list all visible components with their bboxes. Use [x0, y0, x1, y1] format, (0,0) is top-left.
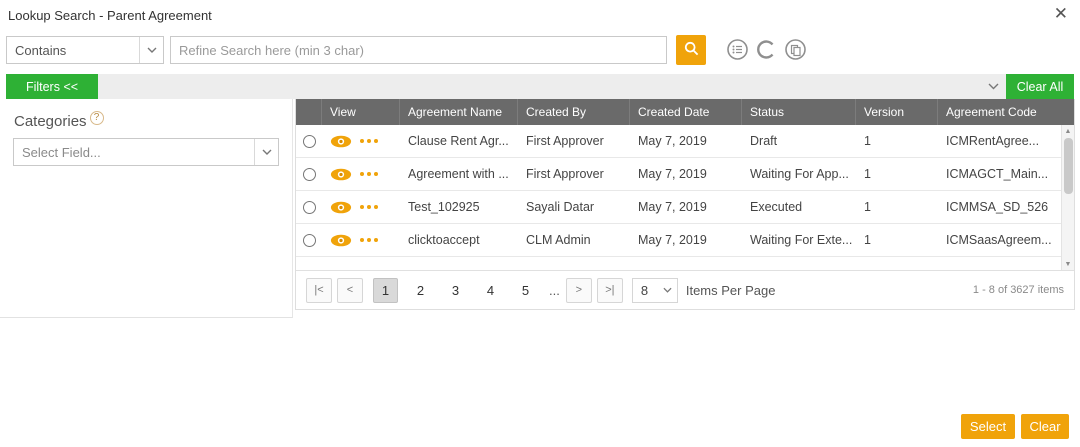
grid-body: Clause Rent Agr... First Approver May 7,… [296, 125, 1074, 271]
row-actions-icon[interactable] [360, 238, 378, 242]
page-number-4[interactable]: 4 [478, 278, 503, 303]
prev-page-button[interactable]: < [337, 278, 363, 303]
page-ellipsis: ... [549, 283, 560, 298]
view-eye-icon[interactable] [330, 234, 352, 247]
view-eye-icon[interactable] [330, 168, 352, 181]
row-actions-icon[interactable] [360, 139, 378, 143]
row-actions-icon[interactable] [360, 205, 378, 209]
scrollbar-thumb[interactable] [1064, 138, 1073, 194]
cell-created-date: May 7, 2019 [630, 125, 742, 157]
cell-agreement-code: ICMSaasAgreem... [938, 224, 1074, 256]
chevron-down-icon [254, 139, 278, 165]
header-view[interactable]: View [322, 99, 400, 125]
cell-agreement-code: ICMMSA_SD_526 [938, 191, 1074, 223]
table-row: clicktoaccept CLM Admin May 7, 2019 Wait… [296, 224, 1074, 257]
header-created-date[interactable]: Created Date [630, 99, 742, 125]
scroll-up-icon[interactable]: ▲ [1062, 125, 1074, 138]
table-row: Agreement with ... First Approver May 7,… [296, 158, 1074, 191]
header-version[interactable]: Version [856, 99, 938, 125]
view-eye-icon[interactable] [330, 201, 352, 214]
clear-button[interactable]: Clear [1021, 414, 1069, 439]
cell-version: 1 [856, 224, 938, 256]
header-agreement-code[interactable]: Agreement Code [938, 99, 1074, 125]
cell-version: 1 [856, 158, 938, 190]
last-page-button[interactable]: >| [597, 278, 623, 303]
search-input[interactable] [170, 36, 667, 64]
vertical-scrollbar[interactable]: ▲ ▼ [1061, 125, 1074, 271]
pagination-bar: |< < 1 2 3 4 5 ... > >| 8 Items Per Page… [296, 270, 1074, 309]
row-select-radio[interactable] [303, 168, 316, 181]
cell-agreement-code: ICMRentAgree... [938, 125, 1074, 157]
cell-created-by: First Approver [518, 125, 630, 157]
cell-status: Waiting For App... [742, 158, 856, 190]
page-number-5[interactable]: 5 [513, 278, 538, 303]
cell-created-by: Sayali Datar [518, 191, 630, 223]
header-select-column [296, 99, 322, 125]
category-field-placeholder: Select Field... [14, 145, 254, 160]
categories-panel: Categories? Select Field... [0, 99, 293, 318]
cell-agreement-name: Clause Rent Agr... [400, 125, 518, 157]
grid-header-row: View Agreement Name Created By Created D… [296, 99, 1074, 125]
clear-all-button[interactable]: Clear All [1006, 74, 1074, 99]
cell-status: Waiting For Exte... [742, 224, 856, 256]
items-per-page-value: 8 [633, 283, 659, 298]
cell-agreement-code: ICMAGCT_Main... [938, 158, 1074, 190]
table-row: Test_102925 Sayali Datar May 7, 2019 Exe… [296, 191, 1074, 224]
row-select-radio[interactable] [303, 135, 316, 148]
search-toolbar [726, 38, 807, 61]
cell-created-date: May 7, 2019 [630, 191, 742, 223]
cell-agreement-name: Agreement with ... [400, 158, 518, 190]
cell-version: 1 [856, 125, 938, 157]
recent-searches-circle-icon[interactable] [755, 38, 778, 61]
items-per-page-label: Items Per Page [686, 283, 776, 298]
filters-toggle-button[interactable]: Filters << [6, 74, 98, 99]
cell-agreement-name: Test_102925 [400, 191, 518, 223]
categories-heading: Categories? [14, 111, 104, 130]
chevron-down-icon [139, 37, 163, 63]
filter-bar [98, 74, 1006, 99]
cell-created-date: May 7, 2019 [630, 158, 742, 190]
cell-status: Draft [742, 125, 856, 157]
cell-created-date: May 7, 2019 [630, 224, 742, 256]
cell-created-by: CLM Admin [518, 224, 630, 256]
page-number-3[interactable]: 3 [443, 278, 468, 303]
header-agreement-name[interactable]: Agreement Name [400, 99, 518, 125]
row-select-radio[interactable] [303, 201, 316, 214]
header-status[interactable]: Status [742, 99, 856, 125]
results-range-label: 1 - 8 of 3627 items [973, 284, 1064, 296]
search-operator-select[interactable]: Contains [6, 36, 164, 64]
results-grid: View Agreement Name Created By Created D… [295, 99, 1075, 310]
select-button[interactable]: Select [961, 414, 1015, 439]
search-operator-value: Contains [7, 43, 139, 58]
view-eye-icon[interactable] [330, 135, 352, 148]
page-number-2[interactable]: 2 [408, 278, 433, 303]
cell-status: Executed [742, 191, 856, 223]
help-icon[interactable]: ? [90, 111, 104, 125]
category-field-select[interactable]: Select Field... [13, 138, 279, 166]
search-icon [684, 41, 699, 59]
cell-agreement-name: clicktoaccept [400, 224, 518, 256]
cell-version: 1 [856, 191, 938, 223]
row-select-radio[interactable] [303, 234, 316, 247]
dialog-title: Lookup Search - Parent Agreement [8, 8, 212, 23]
list-view-circle-icon[interactable] [726, 38, 749, 61]
next-page-button[interactable]: > [566, 278, 592, 303]
table-row: Clause Rent Agr... First Approver May 7,… [296, 125, 1074, 158]
items-per-page-select[interactable]: 8 [632, 278, 678, 303]
page-number-1[interactable]: 1 [373, 278, 398, 303]
row-actions-icon[interactable] [360, 172, 378, 176]
header-created-by[interactable]: Created By [518, 99, 630, 125]
saved-search-book-circle-icon[interactable] [784, 38, 807, 61]
cell-created-by: First Approver [518, 158, 630, 190]
first-page-button[interactable]: |< [306, 278, 332, 303]
close-icon[interactable]: ✕ [1054, 4, 1068, 24]
chevron-down-icon [659, 279, 677, 302]
search-button[interactable] [676, 35, 706, 65]
filter-bar-expander[interactable] [980, 74, 1006, 99]
